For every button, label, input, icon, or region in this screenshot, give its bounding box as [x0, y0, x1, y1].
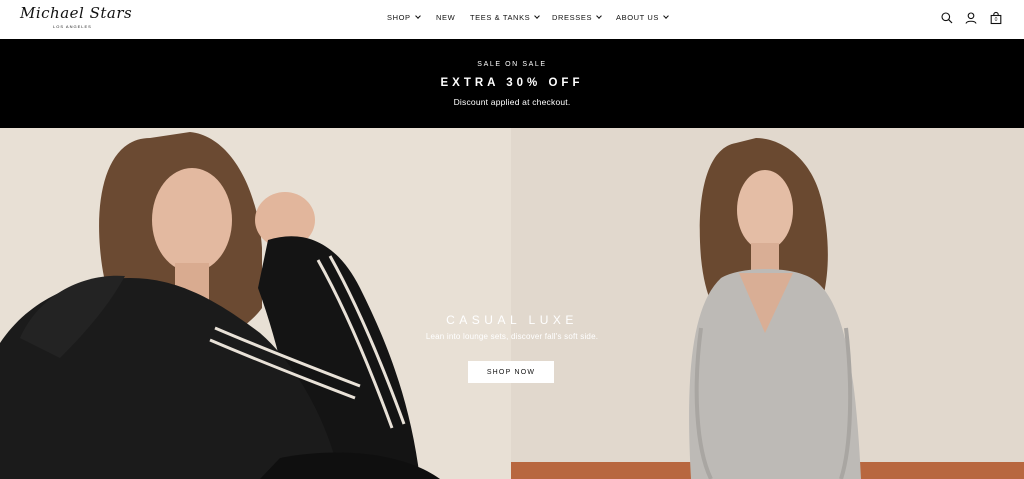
nav-item-tees-tanks[interactable]: TEES & TANKS	[470, 13, 541, 22]
chevron-down-icon	[534, 13, 541, 19]
chevron-down-icon	[414, 13, 421, 19]
logo-subtext: LOS ANGELES	[53, 24, 92, 29]
model-black-hoodie-image	[0, 128, 511, 479]
nav-item-new[interactable]: NEW	[436, 13, 455, 22]
model-grey-sweater-image	[511, 128, 1024, 479]
account-icon	[965, 12, 977, 24]
cart-button[interactable]: 0	[989, 11, 1003, 25]
chevron-down-icon	[596, 13, 602, 19]
search-button[interactable]	[940, 11, 954, 25]
nav-item-label: ABOUT US	[616, 13, 660, 22]
nav-item-label: TEES & TANKS	[470, 13, 531, 22]
shop-now-button[interactable]: SHOP NOW	[468, 361, 554, 383]
nav-item-label: SHOP	[387, 13, 411, 22]
hero-section: CASUAL LUXE Lean into lounge sets, disco…	[0, 128, 1024, 479]
search-icon	[941, 12, 953, 24]
promo-note: Discount applied at checkout.	[453, 97, 571, 107]
nav-item-about-us[interactable]: ABOUT US	[616, 13, 669, 22]
promo-eyebrow: SALE ON SALE	[477, 61, 547, 68]
hero-subtitle: Lean into lounge sets, discover fall's s…	[425, 332, 599, 341]
promo-title: EXTRA 30% OFF	[440, 77, 584, 89]
nav-item-dresses[interactable]: DRESSES	[552, 13, 602, 22]
nav-item-label: DRESSES	[552, 13, 593, 22]
site-header: Michael Stars LOS ANGELES SHOP NEW TEES …	[0, 0, 1024, 39]
hero-image-right[interactable]	[511, 128, 1024, 479]
hero-title: CASUAL LUXE	[446, 313, 578, 327]
hero-image-left[interactable]	[0, 128, 511, 479]
account-button[interactable]	[964, 11, 978, 25]
cart-count: 0	[994, 17, 998, 23]
logo-wordmark: Michael Stars	[20, 4, 133, 22]
nav-item-shop[interactable]: SHOP	[387, 13, 421, 22]
promo-banner[interactable]: SALE ON SALE EXTRA 30% OFF Discount appl…	[0, 39, 1024, 128]
brand-logo[interactable]: Michael Stars LOS ANGELES	[20, 4, 132, 30]
chevron-down-icon	[663, 13, 669, 19]
nav-item-label: NEW	[436, 13, 456, 22]
